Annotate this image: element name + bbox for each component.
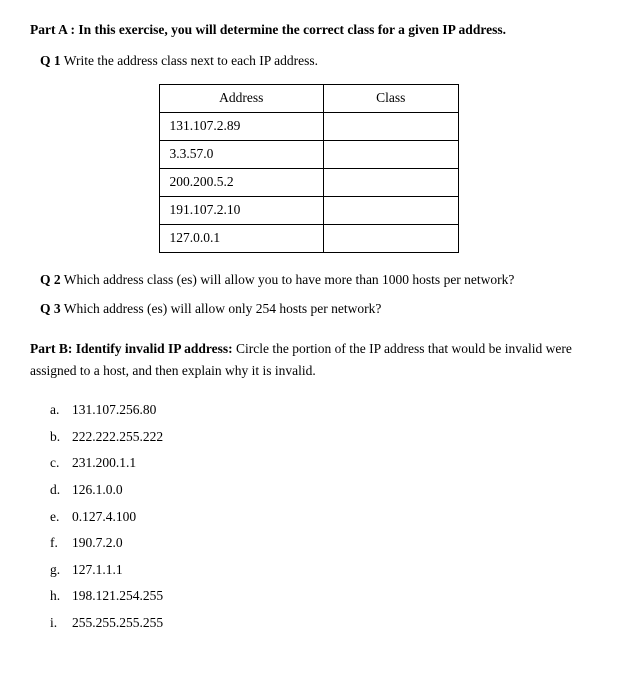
class-cell bbox=[323, 140, 458, 168]
list-item-value: 255.255.255.255 bbox=[72, 612, 163, 634]
ip-address-table: Address Class 131.107.2.893.3.57.0200.20… bbox=[159, 84, 459, 253]
address-cell: 200.200.5.2 bbox=[159, 168, 323, 196]
part-a-text: In this exercise, you will determine the… bbox=[75, 22, 506, 37]
class-cell bbox=[323, 224, 458, 252]
question-1: Q 1 Write the address class next to each… bbox=[40, 50, 587, 72]
table-row: 131.107.2.89 bbox=[159, 112, 458, 140]
question-3: Q 3 Which address (es) will allow only 2… bbox=[40, 298, 587, 320]
list-item: b.222.222.255.222 bbox=[50, 426, 587, 448]
table-row: 3.3.57.0 bbox=[159, 140, 458, 168]
class-cell bbox=[323, 168, 458, 196]
list-item: f.190.7.2.0 bbox=[50, 532, 587, 554]
list-item-label: b. bbox=[50, 426, 72, 448]
list-item-label: c. bbox=[50, 452, 72, 474]
col-address-header: Address bbox=[159, 84, 323, 112]
list-item-value: 127.1.1.1 bbox=[72, 559, 123, 581]
list-item: d.126.1.0.0 bbox=[50, 479, 587, 501]
list-item: h.198.121.254.255 bbox=[50, 585, 587, 607]
address-cell: 191.107.2.10 bbox=[159, 196, 323, 224]
class-cell bbox=[323, 196, 458, 224]
invalid-ip-list: a.131.107.256.80b.222.222.255.222c.231.2… bbox=[50, 399, 587, 633]
list-item: g.127.1.1.1 bbox=[50, 559, 587, 581]
part-b-section: Part B: Identify invalid IP address: Cir… bbox=[30, 338, 587, 381]
list-item-label: e. bbox=[50, 506, 72, 528]
table-row: 200.200.5.2 bbox=[159, 168, 458, 196]
list-item-value: 198.121.254.255 bbox=[72, 585, 163, 607]
list-item-label: d. bbox=[50, 479, 72, 501]
list-item-label: a. bbox=[50, 399, 72, 421]
col-class-header: Class bbox=[323, 84, 458, 112]
table-row: 191.107.2.10 bbox=[159, 196, 458, 224]
list-item-value: 222.222.255.222 bbox=[72, 426, 163, 448]
part-a-header: Part A : In this exercise, you will dete… bbox=[30, 20, 587, 40]
q3-label: Q 3 bbox=[40, 301, 61, 316]
list-item: a.131.107.256.80 bbox=[50, 399, 587, 421]
class-cell bbox=[323, 112, 458, 140]
q1-text: Write the address class next to each IP … bbox=[61, 53, 318, 68]
list-item-value: 231.200.1.1 bbox=[72, 452, 136, 474]
list-item-value: 131.107.256.80 bbox=[72, 399, 156, 421]
list-item-label: f. bbox=[50, 532, 72, 554]
address-cell: 131.107.2.89 bbox=[159, 112, 323, 140]
list-item: c.231.200.1.1 bbox=[50, 452, 587, 474]
q2-text: Which address class (es) will allow you … bbox=[61, 272, 515, 287]
address-cell: 3.3.57.0 bbox=[159, 140, 323, 168]
list-item: i.255.255.255.255 bbox=[50, 612, 587, 634]
part-b-header: Part B: Identify invalid IP address: bbox=[30, 341, 233, 356]
q3-text: Which address (es) will allow only 254 h… bbox=[61, 301, 382, 316]
ip-table-container: Address Class 131.107.2.893.3.57.0200.20… bbox=[159, 84, 459, 253]
part-a-label: Part A : bbox=[30, 22, 75, 37]
q2-label: Q 2 bbox=[40, 272, 61, 287]
list-item-value: 190.7.2.0 bbox=[72, 532, 123, 554]
q1-label: Q 1 bbox=[40, 53, 61, 68]
list-item-value: 0.127.4.100 bbox=[72, 506, 136, 528]
list-item-value: 126.1.0.0 bbox=[72, 479, 123, 501]
list-item-label: g. bbox=[50, 559, 72, 581]
address-cell: 127.0.0.1 bbox=[159, 224, 323, 252]
list-item: e.0.127.4.100 bbox=[50, 506, 587, 528]
question-2: Q 2 Which address class (es) will allow … bbox=[40, 269, 587, 291]
list-item-label: h. bbox=[50, 585, 72, 607]
table-row: 127.0.0.1 bbox=[159, 224, 458, 252]
list-item-label: i. bbox=[50, 612, 72, 634]
